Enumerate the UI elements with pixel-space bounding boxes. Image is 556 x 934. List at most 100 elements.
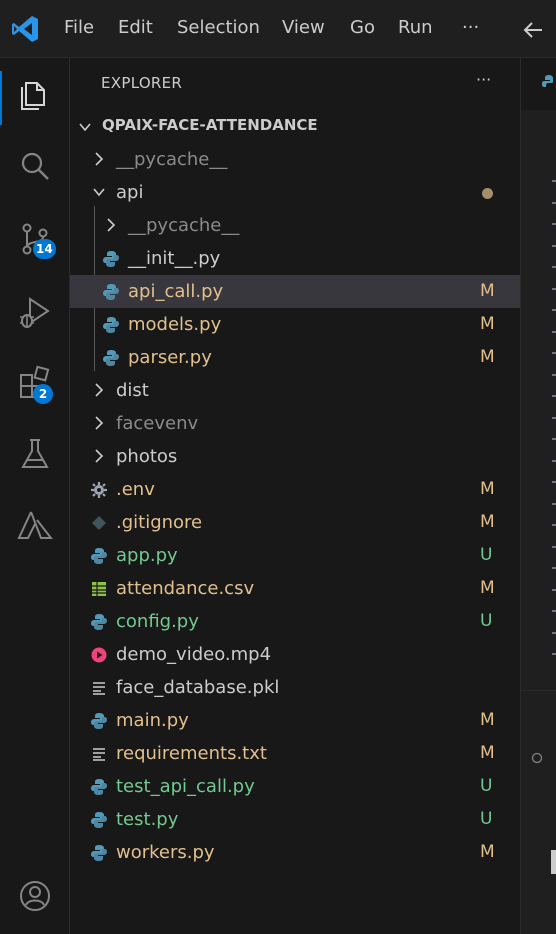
- title-bar: File Edit Selection View Go Run ···: [0, 0, 556, 58]
- extensions-badge: 2: [33, 384, 53, 404]
- menu-file[interactable]: File: [64, 17, 94, 38]
- git-status-badge: M: [480, 479, 495, 499]
- git-status-badge: M: [480, 842, 495, 862]
- line-number: [552, 309, 556, 311]
- chevron-right-icon[interactable]: [92, 414, 106, 432]
- git-status-badge: M: [480, 314, 495, 334]
- folder-row[interactable]: facevenv: [70, 407, 520, 440]
- tree-item-label: photos: [116, 446, 178, 467]
- python-tab-icon: [542, 75, 553, 87]
- menu-run[interactable]: Run: [398, 17, 433, 38]
- file-row[interactable]: face_database.pkl: [70, 671, 520, 704]
- cursor-block: [551, 850, 556, 874]
- account-icon[interactable]: [17, 878, 53, 914]
- python-file-icon: [91, 812, 107, 828]
- search-icon[interactable]: [17, 148, 53, 184]
- file-row[interactable]: parser.py M: [70, 341, 520, 374]
- python-file-icon: [103, 317, 119, 333]
- folder-row[interactable]: dist: [70, 374, 520, 407]
- chevron-right-icon[interactable]: [92, 447, 106, 465]
- explorer-icon[interactable]: [17, 76, 53, 112]
- file-row[interactable]: workers.py M: [70, 836, 520, 869]
- line-number: [552, 395, 556, 397]
- menu-selection[interactable]: Selection: [177, 17, 260, 38]
- editor-tab-strip[interactable]: [521, 58, 556, 110]
- tree-item-label: models.py: [128, 314, 222, 335]
- vscode-logo-icon[interactable]: [10, 14, 40, 44]
- tree-item-label: api: [116, 182, 144, 203]
- file-row[interactable]: api_call.py M: [70, 275, 520, 308]
- file-row[interactable]: demo_video.mp4: [70, 638, 520, 671]
- project-title[interactable]: QPAIX-FACE-ATTENDANCE: [102, 116, 318, 134]
- chevron-right-icon[interactable]: [92, 381, 106, 399]
- tree-item-label: workers.py: [116, 842, 215, 863]
- line-number: [552, 287, 556, 290]
- menu-go[interactable]: Go: [350, 17, 375, 38]
- line-number: [552, 244, 556, 247]
- file-row[interactable]: app.py U: [70, 539, 520, 572]
- line-number: [552, 330, 556, 333]
- line-number: [552, 373, 556, 376]
- folder-row[interactable]: photos: [70, 440, 520, 473]
- file-row[interactable]: models.py M: [70, 308, 520, 341]
- folder-row[interactable]: __pycache__: [70, 143, 520, 176]
- file-row[interactable]: requirements.txt M: [70, 737, 520, 770]
- run-debug-icon[interactable]: [17, 295, 53, 331]
- video-file-icon: [91, 647, 107, 663]
- tree-item-label: test_api_call.py: [116, 776, 255, 797]
- tree-item-label: .env: [116, 479, 155, 500]
- line-number: [552, 180, 556, 182]
- line-number: [552, 567, 556, 569]
- file-row[interactable]: attendance.csv M: [70, 572, 520, 605]
- arrow-left-icon[interactable]: [522, 20, 544, 40]
- file-row[interactable]: test.py U: [70, 803, 520, 836]
- chevron-down-icon[interactable]: [92, 183, 106, 201]
- line-number: [552, 502, 556, 505]
- line-number: [552, 545, 556, 548]
- folder-row[interactable]: __pycache__: [70, 209, 520, 242]
- explorer-more-button[interactable]: ···: [476, 70, 491, 89]
- chevron-right-icon[interactable]: [104, 216, 118, 234]
- chevron-down-icon[interactable]: [78, 120, 92, 134]
- line-number: [552, 459, 556, 462]
- tree-item-label: app.py: [116, 545, 178, 566]
- python-file-icon: [91, 548, 107, 564]
- csv-file-icon: [92, 582, 106, 596]
- tree-item-label: face_database.pkl: [116, 677, 280, 698]
- file-row[interactable]: .env M: [70, 473, 520, 506]
- file-row[interactable]: config.py U: [70, 605, 520, 638]
- tree-item-label: dist: [116, 380, 149, 401]
- python-file-icon: [103, 284, 119, 300]
- tree-item-label: .gitignore: [116, 512, 203, 533]
- line-number: [552, 352, 556, 354]
- tree-item-label: demo_video.mp4: [116, 644, 272, 665]
- menu-view[interactable]: View: [282, 17, 325, 38]
- git-status-badge: M: [480, 281, 495, 301]
- tree-item-label: parser.py: [128, 347, 212, 368]
- tree-item-label: facevenv: [116, 413, 199, 434]
- line-number: [552, 416, 556, 419]
- line-number: [552, 610, 556, 612]
- text-file-icon: [93, 682, 105, 695]
- file-row[interactable]: test_api_call.py U: [70, 770, 520, 803]
- git-status-badge: M: [480, 347, 495, 367]
- testing-icon[interactable]: [17, 436, 53, 472]
- line-number: [552, 266, 556, 268]
- menu-edit[interactable]: Edit: [118, 17, 153, 38]
- python-file-icon: [103, 350, 119, 366]
- python-file-icon: [91, 779, 107, 795]
- menu-more[interactable]: ···: [462, 17, 479, 38]
- line-number: [552, 653, 556, 655]
- file-row[interactable]: __init__.py: [70, 242, 520, 275]
- line-number: [552, 524, 556, 526]
- line-number: [552, 481, 556, 483]
- line-number: [552, 631, 556, 634]
- chevron-right-icon[interactable]: [92, 150, 106, 168]
- tree-item-label: main.py: [116, 710, 189, 731]
- tree-item-label: __init__.py: [128, 248, 221, 269]
- folder-row[interactable]: api: [70, 176, 520, 209]
- file-row[interactable]: main.py M: [70, 704, 520, 737]
- azure-icon[interactable]: [17, 508, 53, 544]
- python-file-icon: [91, 713, 107, 729]
- file-row[interactable]: .gitignore M: [70, 506, 520, 539]
